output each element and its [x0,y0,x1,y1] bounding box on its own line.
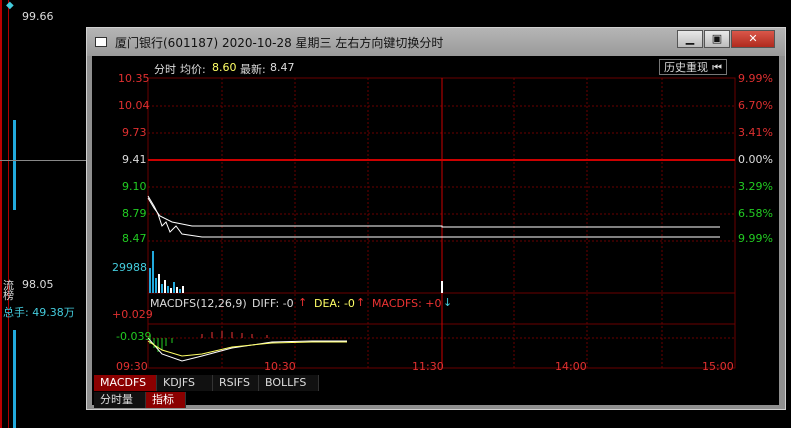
pct-label: 9.99% [738,72,773,85]
pct-label: 6.58% [738,207,773,220]
time-label: 15:00 [702,360,734,373]
pct-label: 3.29% [738,180,773,193]
price-label: 10.04 [118,99,150,112]
left-red-stripe [0,0,2,428]
left-cyan-bar-2 [13,330,16,428]
window-title: 厦门银行(601187) 2020-10-28 星期三 左右方向键切换分时 [115,36,444,50]
left-price-mid: 98.05 [22,278,54,291]
window-icon [95,37,107,47]
up-arrow-icon: ↑ [356,296,366,309]
left-price-top: 99.66 [22,10,54,23]
close-button[interactable]: ✕ [731,30,775,48]
minimize-button[interactable]: ▁ [677,30,703,48]
rewind-icon: ⏮ [712,61,722,74]
macd-diff: DIFF: -0 [252,297,294,310]
pct-label: 3.41% [738,126,773,139]
price-label: 9.10 [122,180,147,193]
price-label: 8.47 [122,232,147,245]
pct-label: 9.99% [738,232,773,245]
macd-lower: -0.039 [116,330,152,343]
macd-dea-line [147,340,347,357]
chart-svg [147,77,736,369]
up-arrow-icon: ↑ [298,296,308,309]
avg-line [147,195,720,238]
tab-rsifs[interactable]: RSIFS [213,375,259,391]
restore-button[interactable]: ▣ [704,30,730,48]
price-label: 10.35 [118,72,150,85]
history-replay-button[interactable]: 历史重现 ⏮ [659,59,727,75]
macd-dea: DEA: -0 [314,297,355,310]
time-label: 10:30 [264,360,296,373]
macd-diff-line [147,337,347,362]
pct-label: 6.70% [738,99,773,112]
left-total-hand: 总手: 49.38万 [3,306,75,319]
avg-value: 8.60 [212,61,237,74]
time-label: 14:00 [555,360,587,373]
diamond-icon: ◆ [6,0,14,11]
window-titlebar[interactable]: 厦门银行(601187) 2020-10-28 星期三 左右方向键切换分时 ▁ … [87,28,785,56]
chart-header-prefix: 分时 [154,63,176,76]
time-label: 11:30 [412,360,444,373]
left-baseline [0,160,86,161]
time-label: 09:30 [116,360,148,373]
price-label: 8.79 [122,207,147,220]
stock-window: 厦门银行(601187) 2020-10-28 星期三 左右方向键切换分时 ▁ … [86,27,786,410]
avg-label: 均价: [180,63,206,76]
down-arrow-icon: ↓ [443,296,453,309]
volume-label: 29988 [112,261,147,274]
pct-label: 0.00% [738,153,773,166]
price-label: 9.41 [122,153,147,166]
tab-kdjfs[interactable]: KDJFS [157,375,213,391]
avg-line-yellow [148,206,720,225]
macd-val: MACDFS: +0 [372,297,442,310]
left-cyan-bar [13,120,16,210]
tab-macdfs[interactable]: MACDFS [94,375,157,391]
macd-upper: +0.029 [112,308,153,321]
chart-client: 分时 均价: 8.60 最新: 8.47 历史重现 ⏮ 10.35 10.04 9… [92,56,779,408]
tab-bollfs[interactable]: BOLLFS [259,375,319,391]
volume-bars [149,251,443,293]
latest-label: 最新: [240,63,266,76]
tab-indicator[interactable]: 指标 [146,392,186,408]
macd-bars [149,331,268,352]
tab-volume[interactable]: 分时量 [94,392,146,408]
macd-name: MACDFS(12,26,9) [150,297,247,310]
price-line [147,197,720,228]
left-red-stripe-2 [8,0,9,428]
price-label: 9.73 [122,126,147,139]
latest-value: 8.47 [270,61,295,74]
left-label-b: 榜 [3,289,14,302]
